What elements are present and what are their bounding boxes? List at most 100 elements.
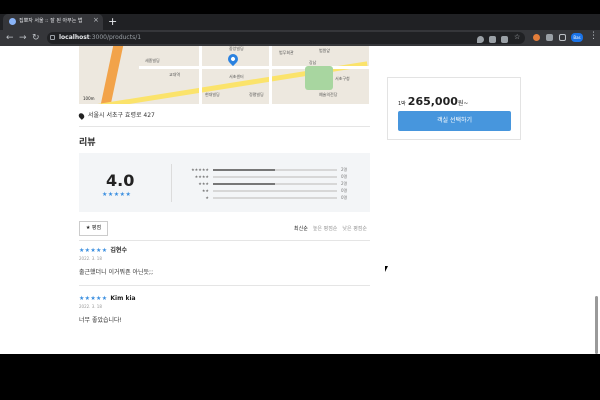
back-icon[interactable]: ← bbox=[6, 31, 14, 45]
map-road bbox=[100, 46, 124, 104]
review-date: 2022. 3. 18 bbox=[79, 304, 102, 309]
average-stars: ★★★★★ bbox=[102, 191, 132, 198]
browser-tab[interactable]: 집뽀자 서울 :: 잘 된 아무는 법 × bbox=[3, 14, 103, 30]
translate-icon[interactable] bbox=[489, 36, 496, 43]
price-line: 1박 265,000원~ bbox=[398, 90, 468, 109]
map-label: 서초구청 bbox=[335, 76, 350, 81]
rating-summary: 4.0 ★★★★★ ★★★★★ 2명 ★★★★ 0명 ★★★ 2명 ★★ 0명 ★ 0명 bbox=[79, 153, 370, 212]
distribution-bar bbox=[213, 169, 337, 171]
review-header: ★★★★★ Kim kia bbox=[79, 295, 370, 303]
sidepanel-icon[interactable] bbox=[559, 34, 566, 41]
rating-filter-button[interactable]: ★ 평점 bbox=[79, 221, 108, 236]
review-header: ★★★★★ 김현수 bbox=[79, 247, 370, 255]
review-body: 출근했더니 이거뭐죤 아닌듯;; bbox=[79, 269, 154, 276]
distribution-bar bbox=[213, 183, 337, 185]
distribution-stars: ★★★★★ bbox=[191, 167, 209, 172]
sort-high-rating[interactable]: 높은 평점순 bbox=[313, 226, 338, 232]
map-road bbox=[269, 46, 272, 104]
distribution-stars: ★ bbox=[205, 195, 209, 200]
new-tab-button[interactable]: + bbox=[108, 14, 117, 29]
tab-close-icon[interactable]: × bbox=[93, 16, 99, 24]
review-stars: ★★★★★ bbox=[79, 295, 108, 302]
distribution-bar bbox=[213, 176, 337, 178]
map-marker-icon[interactable] bbox=[225, 51, 241, 67]
distribution-row: ★★★ 2명 bbox=[181, 181, 361, 187]
distribution-bar bbox=[213, 197, 337, 199]
menu-icon[interactable]: ⋮ bbox=[589, 31, 598, 41]
url-host: localhost bbox=[59, 34, 90, 41]
distribution-stars: ★★★ bbox=[198, 181, 209, 186]
location-address: 서울시 서초구 효령로 427 bbox=[77, 110, 155, 120]
letterbox bbox=[0, 354, 600, 400]
price-amount: 265,000 bbox=[407, 95, 458, 108]
profile-avatar[interactable]: Bas bbox=[571, 33, 583, 42]
divider bbox=[79, 126, 370, 127]
distribution-bar bbox=[213, 190, 337, 192]
map-label: 법원앞 bbox=[319, 48, 331, 53]
distribution-row: ★★ 0명 bbox=[181, 188, 361, 194]
map-road bbox=[199, 46, 202, 104]
forward-icon[interactable]: → bbox=[19, 31, 27, 45]
location-pin-icon bbox=[77, 111, 86, 120]
distribution-count: 0명 bbox=[341, 174, 348, 179]
review-item: ★★★★★ Kim kia 2022. 3. 18 너무 좋았습니다! bbox=[79, 295, 370, 324]
average-rating: 4.0 bbox=[106, 171, 135, 190]
url-path: :3000/products/1 bbox=[89, 34, 142, 41]
review-stars: ★★★★★ bbox=[79, 247, 108, 254]
page-viewport: 중앙빌딩 세종빌딩 서초센터 법무회관 교대역 법원앞 현대빌딩 정평빌딩 서초… bbox=[0, 46, 600, 354]
review-date: 2022. 3. 18 bbox=[79, 256, 102, 261]
reload-icon[interactable]: ↻ bbox=[32, 31, 40, 45]
distribution-count: 2명 bbox=[341, 167, 348, 172]
map-label: 교대역 bbox=[169, 72, 181, 77]
distribution-count: 2명 bbox=[341, 181, 348, 186]
map-label: 세종빌딩 bbox=[145, 58, 160, 63]
map-label: 법무회관 bbox=[279, 50, 294, 55]
distribution-stars: ★★ bbox=[201, 188, 209, 193]
distribution-row: ★ 0명 bbox=[181, 195, 361, 201]
reviews-title: 리뷰 bbox=[79, 138, 96, 148]
divider bbox=[79, 285, 370, 286]
address-url: localhost:3000/products/1 bbox=[59, 33, 141, 43]
extensions-icon[interactable] bbox=[546, 34, 553, 41]
location-icon[interactable] bbox=[477, 36, 484, 43]
summary-divider bbox=[171, 164, 172, 202]
share-icon[interactable] bbox=[501, 36, 508, 43]
price-suffix: 원~ bbox=[457, 100, 469, 107]
tab-title: 집뽀자 서울 :: 잘 된 아무는 법 bbox=[19, 18, 83, 24]
map-park bbox=[305, 66, 333, 90]
extension-icon[interactable] bbox=[533, 34, 540, 41]
tab-favicon-icon bbox=[9, 18, 16, 25]
map-label: 서초센터 bbox=[229, 74, 244, 79]
map-road bbox=[139, 66, 369, 69]
booking-card: 1박 265,000원~ 객실 선택하기 bbox=[387, 77, 521, 140]
distribution-row: ★★★★ 0명 bbox=[181, 174, 361, 180]
review-item: ★★★★★ 김현수 2022. 3. 18 출근했더니 이거뭐죤 아닌듯;; bbox=[79, 247, 370, 276]
select-room-button[interactable]: 객실 선택하기 bbox=[398, 111, 511, 131]
address-bar[interactable]: localhost:3000/products/1 ☆ bbox=[47, 32, 525, 44]
price-unit: 1박 bbox=[398, 101, 406, 107]
window-titlebar bbox=[0, 0, 600, 14]
sort-latest[interactable]: 최신순 bbox=[294, 226, 308, 232]
browser-toolbar: ← → ↻ localhost:3000/products/1 ☆ Bas ⋮ bbox=[0, 30, 600, 46]
distribution-fill bbox=[213, 183, 275, 185]
distribution-row: ★★★★★ 2명 bbox=[181, 167, 361, 173]
map-label: 중앙빌딩 bbox=[229, 46, 244, 51]
bookmark-star-icon[interactable]: ☆ bbox=[514, 33, 521, 41]
review-author: 김현수 bbox=[110, 247, 127, 254]
map-label: 예술의전당 bbox=[319, 92, 338, 97]
distribution-stars: ★★★★ bbox=[194, 174, 209, 179]
map-label: 현대빌딩 bbox=[205, 92, 220, 97]
review-body: 너무 좋았습니다! bbox=[79, 317, 122, 324]
distribution-count: 0명 bbox=[341, 188, 348, 193]
distribution-count: 0명 bbox=[341, 195, 348, 200]
divider bbox=[79, 240, 370, 241]
map-label: 정평빌딩 bbox=[249, 92, 264, 97]
map-label: 강남 bbox=[309, 60, 317, 65]
location-map[interactable]: 중앙빌딩 세종빌딩 서초센터 법무회관 교대역 법원앞 현대빌딩 정평빌딩 서초… bbox=[79, 46, 369, 104]
sort-low-rating[interactable]: 낮은 평점순 bbox=[342, 226, 367, 232]
map-scale: 100m bbox=[83, 96, 95, 101]
scrollbar-thumb[interactable] bbox=[595, 296, 598, 354]
review-author: Kim kia bbox=[110, 295, 136, 302]
lock-icon bbox=[50, 35, 55, 40]
address-text: 서울시 서초구 효령로 427 bbox=[88, 112, 155, 119]
